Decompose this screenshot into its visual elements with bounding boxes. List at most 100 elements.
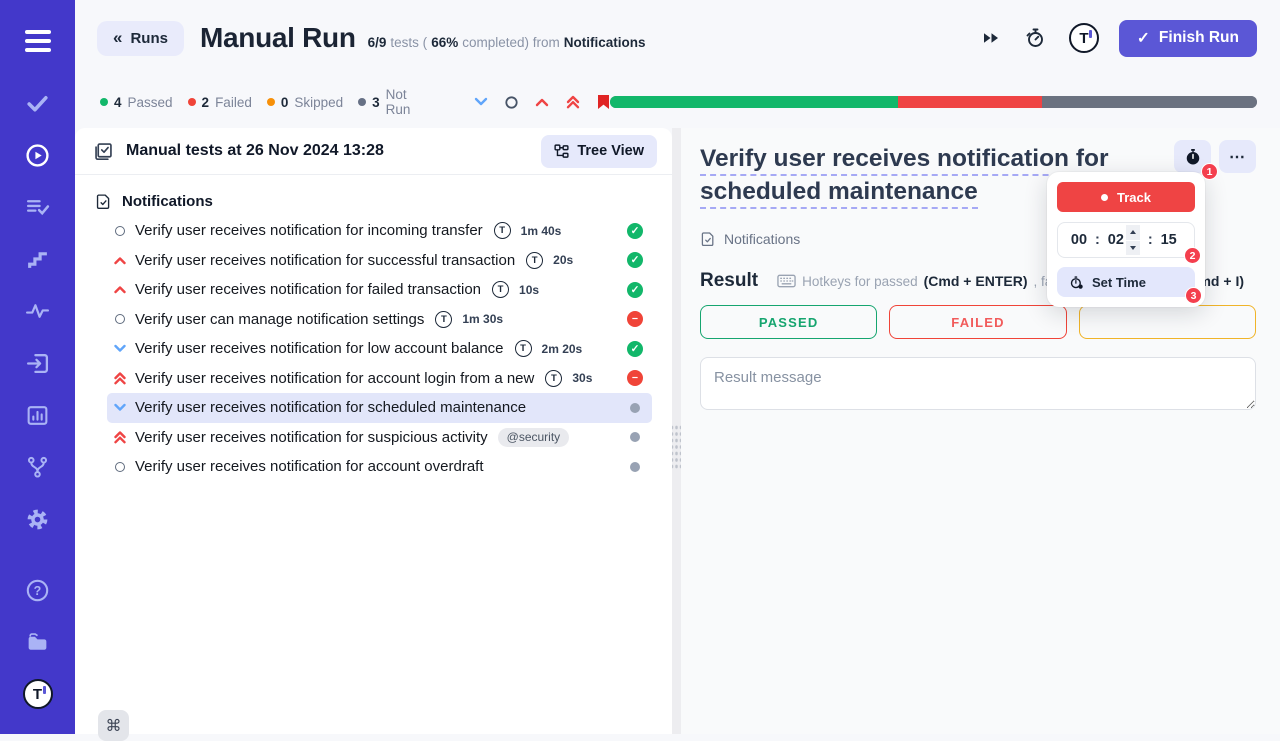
failed-dot-icon (187, 98, 196, 106)
track-button[interactable]: Track (1057, 182, 1195, 212)
test-row[interactable]: Verify user receives notification for lo… (107, 334, 652, 364)
annotation-badge-3: 3 (1185, 287, 1202, 304)
bookmark-icon[interactable] (597, 94, 610, 110)
status-failed-icon: − (627, 311, 643, 328)
stepper-down-icon[interactable] (1125, 240, 1140, 255)
sidebar-item-projects[interactable] (0, 616, 75, 668)
hotkeys-hint: Hotkeys for passed (Cmd + ENTER) , faile… (777, 273, 1073, 289)
tree-view-button[interactable]: Tree View (541, 134, 657, 168)
hours-field[interactable]: 00 (1070, 232, 1088, 248)
fast-forward-button[interactable] (979, 28, 1003, 48)
list-check-icon (26, 199, 50, 215)
test-row[interactable]: Verify user can manage notification sett… (107, 305, 652, 335)
brand-avatar[interactable]: T (1067, 21, 1101, 55)
failed-summary: 2 Failed (187, 95, 252, 110)
suite-file-icon (701, 232, 714, 247)
test-duration: 1m 40s (520, 223, 562, 238)
check-icon (27, 95, 48, 112)
seconds-field[interactable]: 15 (1160, 232, 1178, 248)
circle-filter-icon[interactable] (505, 95, 518, 109)
minutes-stepper[interactable] (1125, 225, 1140, 255)
sidebar-item-plans[interactable] (0, 181, 75, 233)
result-heading: Result (700, 270, 759, 292)
time-input[interactable]: 00 : 02 : 15 2 (1057, 222, 1201, 264)
tests-list: Notifications Verify user receives notif… (75, 175, 672, 482)
sidebar-item-runs[interactable] (0, 129, 75, 181)
chevron-up-filter-icon[interactable] (535, 97, 549, 107)
passed-button[interactable]: PASSED (700, 305, 878, 340)
command-icon: ⌘ (105, 717, 122, 735)
verdict-buttons: PASSED FAILED (700, 305, 1256, 340)
test-duration: 20s (553, 253, 574, 268)
tree-view-icon (554, 143, 569, 158)
priority-normal-icon (112, 461, 127, 472)
status-passed-icon: ✓ (627, 222, 643, 239)
run-header: « Runs Manual Run 6/9 tests ( 66% comple… (75, 0, 1280, 76)
testomat-logo-icon: T (22, 679, 53, 709)
test-duration: 1m 30s (462, 312, 504, 327)
menu-button[interactable] (0, 18, 75, 64)
test-row[interactable]: Verify user receives notification for fa… (107, 275, 652, 305)
minutes-field[interactable]: 02 (1107, 232, 1125, 248)
skipped-dot-icon (266, 98, 275, 106)
pulse-icon (25, 303, 50, 318)
test-row[interactable]: Verify user receives notification for su… (107, 246, 652, 276)
main-area: « Runs Manual Run 6/9 tests ( 66% comple… (75, 0, 1280, 741)
annotation-badge-2: 2 (1184, 247, 1201, 264)
back-to-runs-label: Runs (130, 29, 168, 47)
hotkeys-hint-fragment: md + I) (1198, 273, 1244, 290)
status-summary-row: 4 Passed 2 Failed 0 Skipped 3 Not Run (75, 76, 1280, 128)
failed-button[interactable]: FAILED (889, 305, 1067, 340)
run-list-title: Manual tests at 26 Nov 2024 13:28 (126, 142, 384, 159)
stopwatch-gear-icon (1070, 275, 1083, 289)
test-row[interactable]: Verify user receives notification for ac… (107, 364, 652, 394)
status-passed-icon: ✓ (627, 340, 643, 357)
back-to-runs-button[interactable]: « Runs (97, 20, 184, 56)
chevron-down-filter-icon[interactable] (474, 97, 488, 107)
stepper-up-icon[interactable] (1125, 225, 1140, 240)
sidebar-item-pulse[interactable] (0, 285, 75, 337)
skipped-button[interactable] (1078, 305, 1256, 340)
testomat-logo-icon: T (514, 340, 532, 358)
suite-folder-row[interactable]: Notifications (75, 186, 672, 216)
sidebar-item-steps[interactable] (0, 233, 75, 285)
steps-icon (28, 251, 47, 268)
sidebar-item-reports[interactable] (0, 389, 75, 441)
bar-chart-icon (27, 405, 48, 425)
sidebar-item-import[interactable] (0, 337, 75, 389)
command-hotkeys-button[interactable]: ⌘ (98, 710, 129, 741)
result-message-input[interactable] (700, 357, 1256, 411)
priority-high-icon (112, 256, 127, 265)
testomat-logo-icon: T (545, 369, 563, 387)
testomat-logo-icon: T (492, 281, 510, 299)
sidebar-item-tests[interactable] (0, 77, 75, 129)
keyboard-icon (777, 275, 796, 288)
priority-critical-icon (112, 431, 127, 444)
tag-badge: @security (497, 427, 570, 447)
sidebar-item-settings[interactable] (0, 493, 75, 545)
timer-button[interactable]: 1 (1174, 140, 1218, 180)
run-progress-summary: 6/9 tests ( 66% completed) from Notifica… (367, 34, 646, 50)
sidebar-item-help[interactable]: ? (0, 564, 75, 616)
run-progress-bar (609, 96, 1257, 108)
testomat-logo-icon: T (493, 222, 511, 240)
more-options-button[interactable]: ⋯ (1219, 140, 1256, 173)
tests-list-panel: Manual tests at 26 Nov 2024 13:28 Tree V… (75, 128, 672, 741)
status-passed-icon: ✓ (627, 281, 643, 298)
test-row-selected[interactable]: Verify user receives notification for sc… (107, 393, 652, 423)
set-time-button[interactable]: Set Time 3 (1057, 267, 1202, 304)
status-notrun-icon (630, 432, 640, 443)
double-chevron-up-filter-icon[interactable] (566, 95, 580, 109)
finish-run-button[interactable]: ✓ Finish Run (1118, 19, 1257, 57)
sidebar-brand-logo[interactable]: T (0, 668, 75, 720)
test-row[interactable]: Verify user receives notification for in… (107, 216, 652, 246)
panel-resizer[interactable] (672, 128, 681, 734)
sidebar-item-branches[interactable] (0, 441, 75, 493)
resizer-grip-icon (672, 424, 681, 470)
test-row[interactable]: Verify user receives notification for ac… (107, 452, 652, 482)
test-row[interactable]: Verify user receives notification for su… (107, 423, 652, 453)
timer-history-button[interactable] (1021, 24, 1049, 52)
status-notrun-icon (630, 402, 640, 413)
checklist-icon (95, 142, 112, 160)
status-passed-icon: ✓ (627, 252, 643, 269)
